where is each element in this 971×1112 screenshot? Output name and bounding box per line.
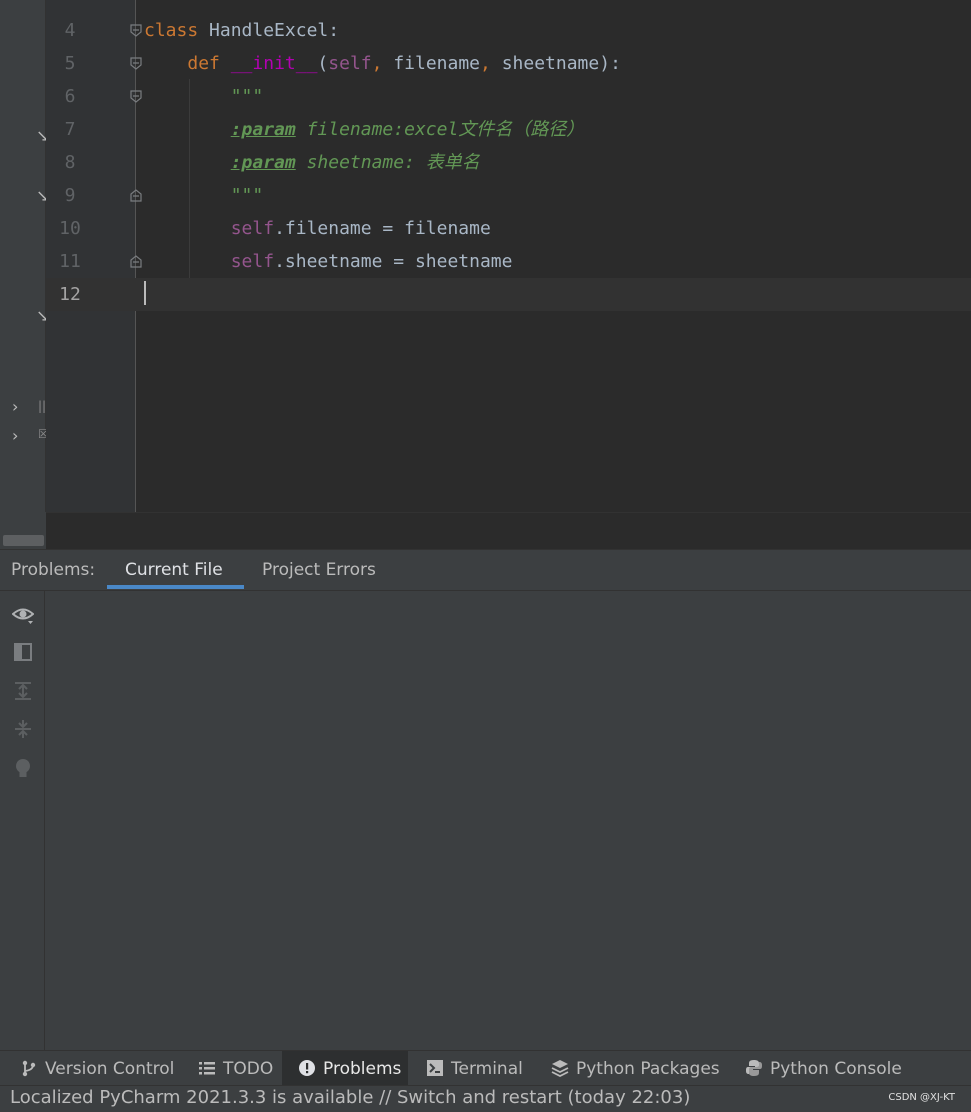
code-text[interactable]: self.sheetname = sheetname	[144, 245, 513, 278]
code-line[interactable]: 8 :param sheetname: 表单名	[46, 146, 971, 179]
code-token: :param	[230, 152, 296, 173]
code-token: __init__	[230, 53, 318, 74]
line-number[interactable]: 4	[54, 14, 86, 47]
code-line[interactable]: 12	[46, 278, 971, 311]
vcs-branch-icon	[22, 1060, 36, 1077]
tool-window-bar: Version Control TODO Problems Terminal P…	[0, 1050, 971, 1086]
code-text[interactable]: """	[144, 179, 264, 212]
update-notification[interactable]: Localized PyCharm 2021.3.3 is available …	[10, 1087, 690, 1108]
fold-close-icon[interactable]	[130, 189, 142, 202]
code-line[interactable]: 5 def __init__(self, filename, sheetname…	[46, 47, 971, 80]
fold-open-icon[interactable]	[130, 90, 142, 103]
expand-chevron-icon[interactable]: ›	[12, 428, 18, 444]
code-token: .sheetname = sheetname	[274, 251, 513, 272]
preview-panel-icon[interactable]	[12, 641, 34, 663]
code-token: self	[230, 218, 275, 239]
code-token: sheetname: 表单名	[295, 152, 480, 173]
code-text[interactable]: """	[144, 80, 264, 113]
active-tab-underline	[107, 585, 244, 589]
horizontal-scrollbar[interactable]	[3, 535, 44, 546]
toolwindow-terminal[interactable]: Terminal	[418, 1051, 531, 1086]
text-caret	[144, 281, 146, 305]
scratches-icon: ☒	[38, 427, 46, 441]
watermark: CSDN @XJ-KT	[888, 1092, 955, 1103]
code-token: """	[230, 86, 264, 107]
line-number[interactable]: 8	[54, 146, 86, 179]
tab-current-file[interactable]: Current File	[125, 560, 223, 580]
problems-content	[45, 591, 971, 1050]
code-token: def	[187, 53, 231, 74]
tab-project-errors[interactable]: Project Errors	[262, 560, 376, 580]
toolwindow-python-console[interactable]: Python Console	[737, 1051, 910, 1086]
collapse-all-icon[interactable]	[12, 718, 34, 740]
line-number[interactable]: 5	[54, 47, 86, 80]
code-token: sheetname):	[501, 53, 621, 74]
code-text[interactable]: :param sheetname: 表单名	[144, 146, 480, 179]
code-line[interactable]: 10 self.filename = filename	[46, 212, 971, 245]
code-token: class	[144, 20, 210, 41]
toolwindow-version-control[interactable]: Version Control	[12, 1051, 182, 1086]
code-token: :param	[230, 119, 296, 140]
code-token: self	[328, 53, 372, 74]
code-token: ,	[371, 53, 394, 74]
project-side-strip: ↘ ↘ ↘ › ||| › ☒	[0, 0, 49, 512]
expand-chevron-icon[interactable]: ›	[12, 399, 18, 415]
code-text[interactable]: class HandleExcel:	[144, 14, 339, 47]
fold-open-icon[interactable]	[130, 24, 142, 37]
list-icon	[199, 1062, 215, 1075]
lightbulb-icon[interactable]	[12, 757, 34, 779]
python-icon	[746, 1060, 762, 1076]
problems-icon	[299, 1060, 315, 1076]
status-bar: Localized PyCharm 2021.3.3 is available …	[0, 1085, 971, 1112]
editor-bottom-area	[46, 512, 971, 549]
code-token: """	[230, 185, 264, 206]
layers-icon	[551, 1060, 569, 1077]
code-line[interactable]: 4 class HandleExcel:	[46, 14, 971, 47]
line-number[interactable]: 10	[54, 212, 86, 245]
fold-open-icon[interactable]	[130, 57, 142, 70]
toolwindow-todo[interactable]: TODO	[190, 1051, 281, 1086]
code-line[interactable]: 11 self.sheetname = sheetname	[46, 245, 971, 278]
code-token: filename	[393, 53, 481, 74]
code-token: .filename = filename	[274, 218, 491, 239]
line-number[interactable]: 12	[54, 278, 86, 311]
terminal-icon	[427, 1060, 443, 1076]
problems-toolbar	[0, 591, 45, 1050]
code-token: filename:excel文件名（路径）	[295, 119, 585, 140]
code-editor[interactable]: 4 class HandleExcel: 5 def __init__(self, …	[46, 0, 971, 512]
code-token: self	[230, 251, 275, 272]
code-line[interactable]: 9 """	[46, 179, 971, 212]
toolwindow-python-packages[interactable]: Python Packages	[543, 1051, 728, 1086]
code-text[interactable]: def __init__(self, filename, sheetname):	[144, 47, 621, 80]
eye-icon[interactable]	[12, 603, 34, 625]
code-line[interactable]: 6 """	[46, 80, 971, 113]
toolwindow-problems[interactable]: Problems	[282, 1051, 408, 1086]
library-icon: |||	[38, 399, 46, 413]
line-number[interactable]: 9	[54, 179, 86, 212]
problems-label: Problems:	[11, 560, 96, 580]
code-token: (	[317, 53, 329, 74]
fold-close-icon[interactable]	[130, 255, 142, 268]
code-text[interactable]: self.filename = filename	[144, 212, 491, 245]
line-number[interactable]: 11	[54, 245, 86, 278]
line-number[interactable]: 7	[54, 113, 86, 146]
code-token: ,	[480, 53, 502, 74]
code-token: HandleExcel:	[209, 20, 340, 41]
expand-all-icon[interactable]	[12, 680, 34, 702]
line-number[interactable]: 6	[54, 80, 86, 113]
code-line[interactable]: 7 :param filename:excel文件名（路径）	[46, 113, 971, 146]
code-text[interactable]: :param filename:excel文件名（路径）	[144, 113, 585, 146]
